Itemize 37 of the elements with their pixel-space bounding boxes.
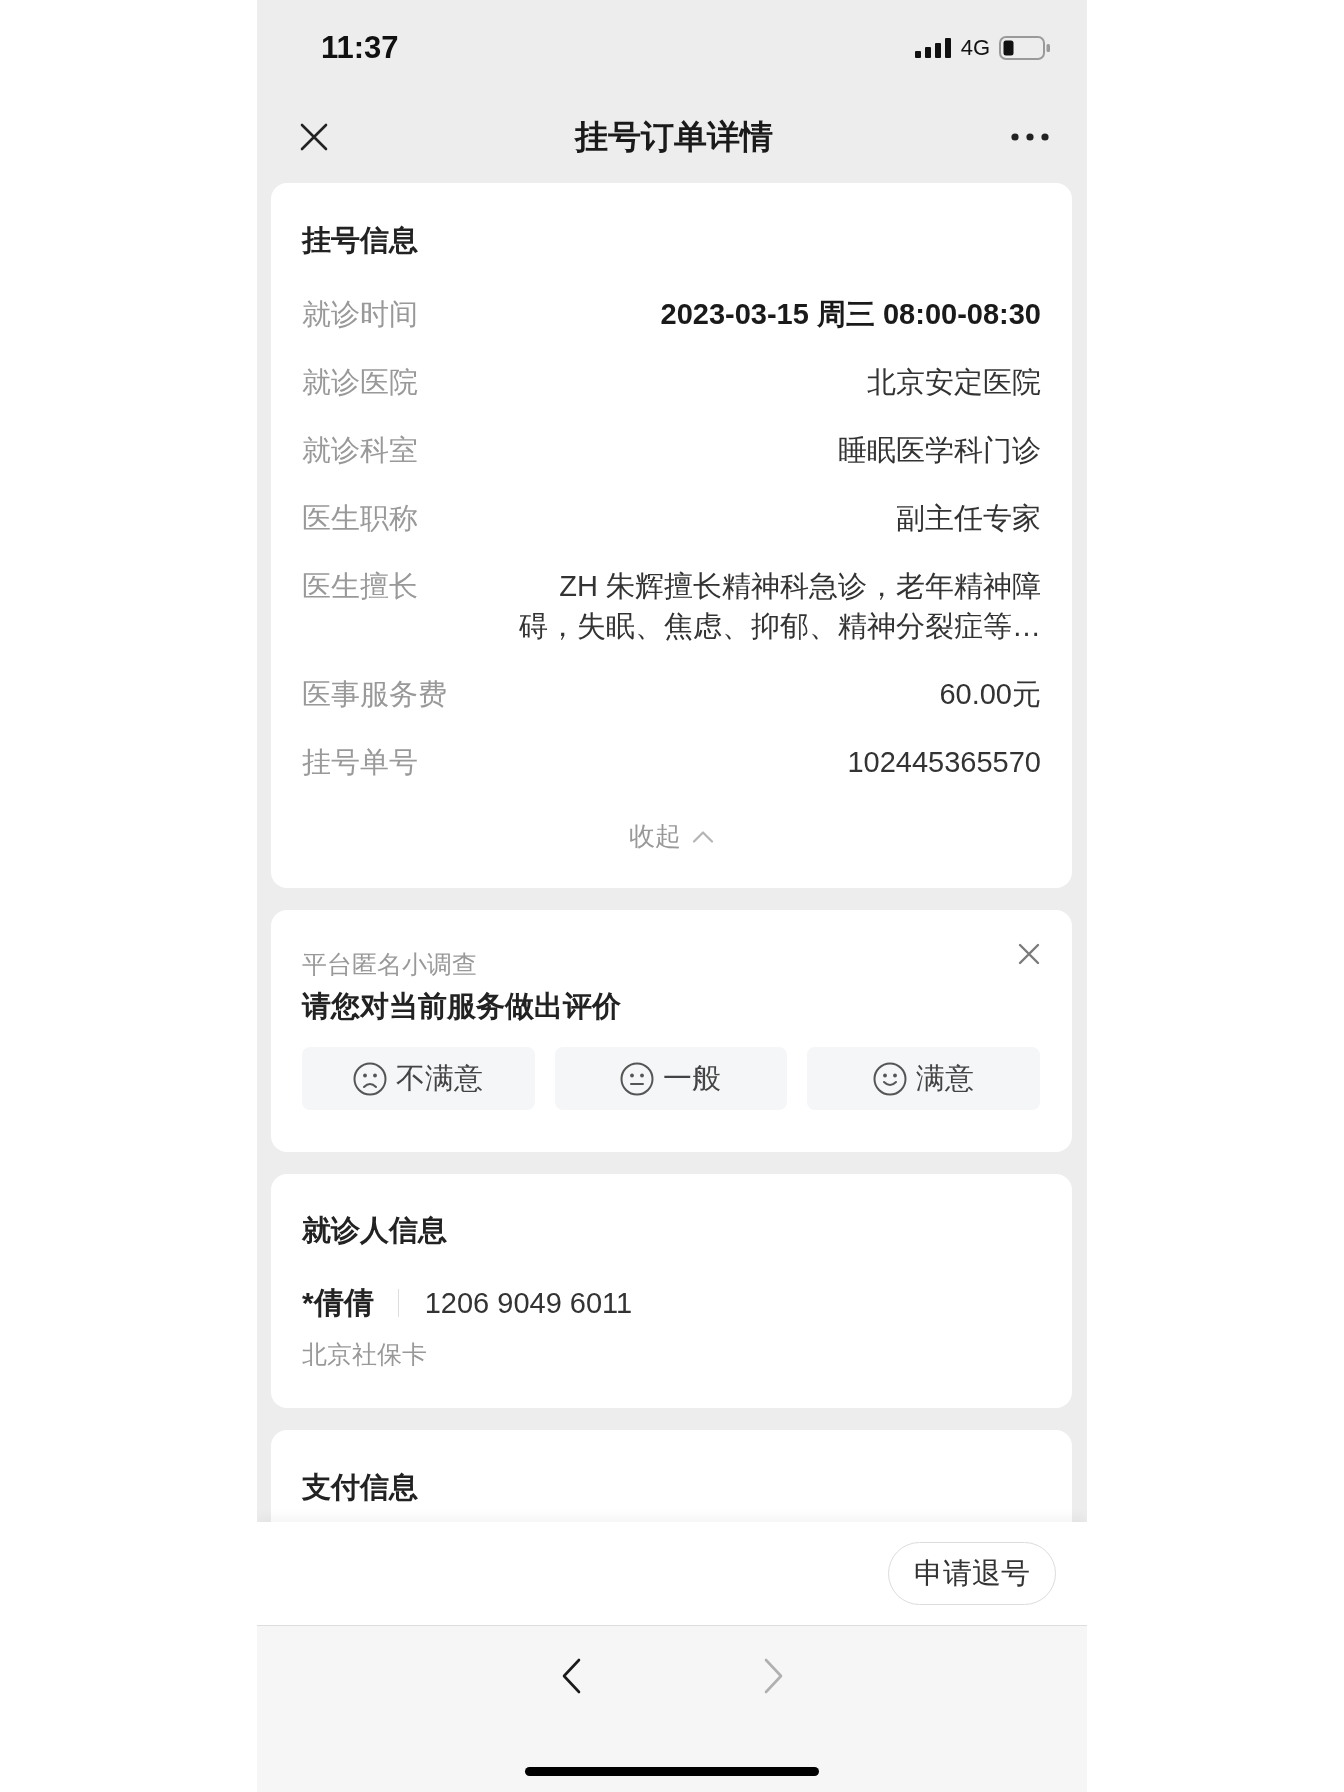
status-time: 11:37	[321, 30, 399, 66]
row-value: ZH 朱辉擅长精神科急诊，老年精神障碍，失眠、焦虑、抑郁、精神分裂症等…	[518, 569, 1041, 644]
sad-face-icon	[353, 1061, 388, 1096]
card-number: 1206 9049 6011	[424, 1286, 633, 1321]
row-label: 就诊科室	[302, 433, 418, 468]
rating-button[interactable]: 满意	[807, 1047, 1040, 1110]
refund-button[interactable]: 申请退号	[888, 1542, 1056, 1605]
rating-button[interactable]: 不满意	[302, 1047, 535, 1110]
close-icon[interactable]	[300, 122, 328, 151]
row-label: 医生职称	[302, 501, 418, 536]
row-value: 102445365570	[847, 745, 1041, 780]
battery-icon	[999, 36, 1051, 60]
card-type: 北京社保卡	[302, 1339, 428, 1370]
survey-question: 请您对当前服务做出评价	[302, 989, 621, 1024]
rating-button[interactable]: 一般	[554, 1047, 788, 1110]
back-icon[interactable]	[560, 1658, 581, 1694]
row-label: 医生擅长	[302, 569, 418, 604]
row-value: 睡眠医学科门诊	[838, 433, 1041, 468]
survey-caption: 平台匿名小调查	[302, 949, 478, 980]
row-label: 就诊时间	[302, 297, 418, 332]
more-icon[interactable]	[1011, 132, 1049, 141]
row-label: 医事服务费	[302, 677, 447, 712]
network-label: 4G	[960, 36, 990, 60]
row-value: 副主任专家	[896, 501, 1041, 536]
row-value: 2023-03-15 周三 08:00-08:30	[660, 297, 1041, 332]
patient-name: *倩倩	[302, 1285, 374, 1321]
section-title: 支付信息	[302, 1470, 419, 1505]
section-title: 挂号信息	[302, 223, 419, 258]
neutral-face-icon	[620, 1061, 655, 1096]
row-value: 60.00元	[939, 677, 1041, 712]
section-title: 就诊人信息	[302, 1213, 448, 1248]
row-label: 挂号单号	[302, 745, 418, 780]
row-value: 北京安定医院	[867, 365, 1041, 400]
signal-icon	[914, 38, 952, 58]
row-label: 就诊医院	[302, 365, 418, 400]
page-title: 挂号订单详情	[573, 116, 773, 157]
smiley-face-icon	[873, 1061, 908, 1096]
